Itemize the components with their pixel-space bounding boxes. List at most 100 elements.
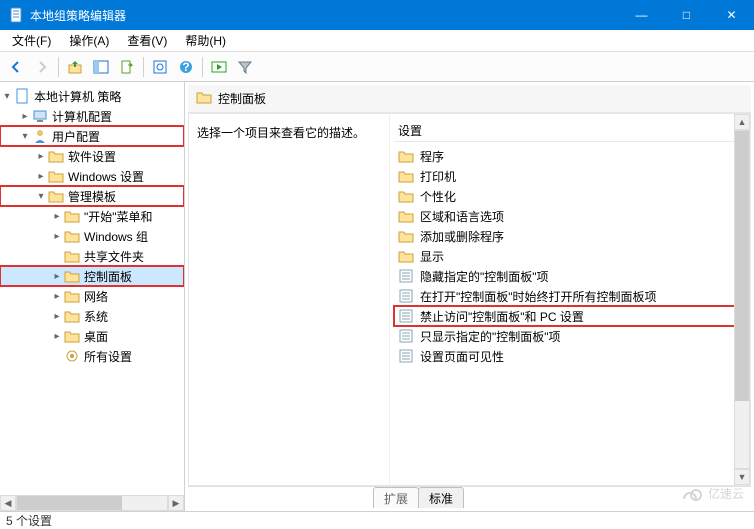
computer-icon [32, 108, 48, 124]
list-item[interactable]: 设置页面可见性 [394, 346, 746, 366]
folder-icon [398, 208, 414, 224]
description-column: 选择一个项目来查看它的描述。 [189, 114, 389, 485]
folder-icon [48, 148, 64, 164]
menu-action[interactable]: 操作(A) [61, 30, 117, 51]
folder-icon [64, 288, 80, 304]
tree-pane: ▾本地计算机 策略 ▸计算机配置 ▾用户配置 ▸软件设置 ▸Windows 设置… [0, 82, 185, 511]
folder-icon [398, 228, 414, 244]
export-button[interactable] [115, 55, 139, 79]
folder-icon [64, 228, 80, 244]
setting-icon [398, 308, 414, 324]
minimize-button[interactable]: — [619, 0, 664, 30]
list-item-label: 显示 [420, 248, 444, 265]
tree-hscrollbar[interactable]: ◀▶ [0, 495, 184, 511]
description-hint: 选择一个项目来查看它的描述。 [197, 124, 381, 141]
list-item-label: 隐藏指定的"控制面板"项 [420, 268, 549, 285]
tree-windows-settings[interactable]: ▸Windows 设置 [0, 166, 184, 186]
folder-icon [48, 188, 64, 204]
menu-view[interactable]: 查看(V) [119, 30, 175, 51]
path-label: 控制面板 [218, 90, 266, 107]
list-item[interactable]: 添加或删除程序 [394, 226, 746, 246]
list-item[interactable]: 程序 [394, 146, 746, 166]
list-item-label: 区域和语言选项 [420, 208, 504, 225]
list-item[interactable]: 只显示指定的"控制面板"项 [394, 326, 746, 346]
folder-icon [398, 188, 414, 204]
app-icon [8, 7, 24, 23]
status-count: 5 个设置 [6, 512, 52, 529]
list-item-label: 只显示指定的"控制面板"项 [420, 328, 561, 345]
up-button[interactable] [63, 55, 87, 79]
list-vscrollbar[interactable]: ▲▼ [734, 114, 750, 485]
play-button[interactable] [207, 55, 231, 79]
separator [202, 57, 203, 77]
tree-software[interactable]: ▸软件设置 [0, 146, 184, 166]
close-button[interactable]: ✕ [709, 0, 754, 30]
list-item-label: 打印机 [420, 168, 456, 185]
help-button[interactable]: ? [174, 55, 198, 79]
folder-icon [64, 268, 80, 284]
list-item[interactable]: 个性化 [394, 186, 746, 206]
column-setting[interactable]: 设置 [394, 120, 746, 142]
tree-desktop[interactable]: ▸桌面 [0, 326, 184, 346]
tree-computer-config[interactable]: ▸计算机配置 [0, 106, 184, 126]
maximize-button[interactable]: □ [664, 0, 709, 30]
tab-standard[interactable]: 标准 [418, 487, 464, 508]
tree-user-config[interactable]: ▾用户配置 [0, 126, 184, 146]
toolbar: ? [0, 52, 754, 82]
list-item[interactable]: 禁止访问"控制面板"和 PC 设置 [394, 306, 746, 326]
folder-icon [196, 89, 212, 108]
tab-extended[interactable]: 扩展 [373, 487, 419, 508]
filter-button[interactable] [233, 55, 257, 79]
settings-icon [64, 348, 80, 364]
menu-help[interactable]: 帮助(H) [177, 30, 234, 51]
folder-icon [398, 148, 414, 164]
list-item[interactable]: 在打开"控制面板"时始终打开所有控制面板项 [394, 286, 746, 306]
tree-root[interactable]: ▾本地计算机 策略 [0, 86, 184, 106]
list-item-label: 设置页面可见性 [420, 348, 504, 365]
tree-start-menu[interactable]: ▸"开始"菜单和 [0, 206, 184, 226]
refresh-button[interactable] [148, 55, 172, 79]
list-item-label: 添加或删除程序 [420, 228, 504, 245]
titlebar: 本地组策略编辑器 — □ ✕ [0, 0, 754, 30]
folder-icon [398, 168, 414, 184]
back-button[interactable] [4, 55, 28, 79]
list-item[interactable]: 区域和语言选项 [394, 206, 746, 226]
folder-icon [64, 248, 80, 264]
separator [58, 57, 59, 77]
settings-list: 设置 程序打印机个性化区域和语言选项添加或删除程序显示隐藏指定的"控制面板"项在… [389, 114, 750, 485]
folder-icon [48, 168, 64, 184]
tree-shared-folders[interactable]: 共享文件夹 [0, 246, 184, 266]
folder-icon [64, 208, 80, 224]
forward-button [30, 55, 54, 79]
show-hide-tree-button[interactable] [89, 55, 113, 79]
list-item-label: 程序 [420, 148, 444, 165]
tree-windows-components[interactable]: ▸Windows 组 [0, 226, 184, 246]
tree-all-settings[interactable]: 所有设置 [0, 346, 184, 366]
menubar: 文件(F) 操作(A) 查看(V) 帮助(H) [0, 30, 754, 52]
svg-text:?: ? [182, 60, 189, 74]
window-title: 本地组策略编辑器 [30, 7, 619, 24]
policy-icon [14, 88, 30, 104]
menu-file[interactable]: 文件(F) [4, 30, 59, 51]
statusbar: 5 个设置 [0, 511, 754, 529]
list-item-label: 禁止访问"控制面板"和 PC 设置 [420, 308, 584, 325]
tree-admin-templates[interactable]: ▾管理模板 [0, 186, 184, 206]
details-pane: 控制面板 选择一个项目来查看它的描述。 设置 程序打印机个性化区域和语言选项添加… [185, 82, 754, 511]
separator [143, 57, 144, 77]
list-item[interactable]: 隐藏指定的"控制面板"项 [394, 266, 746, 286]
setting-icon [398, 268, 414, 284]
list-item-label: 个性化 [420, 188, 456, 205]
tree-network[interactable]: ▸网络 [0, 286, 184, 306]
user-icon [32, 128, 48, 144]
folder-icon [64, 328, 80, 344]
path-header: 控制面板 [188, 85, 751, 113]
list-item-label: 在打开"控制面板"时始终打开所有控制面板项 [420, 288, 657, 305]
tree-system[interactable]: ▸系统 [0, 306, 184, 326]
folder-icon [398, 248, 414, 264]
list-item[interactable]: 打印机 [394, 166, 746, 186]
setting-icon [398, 288, 414, 304]
setting-icon [398, 348, 414, 364]
folder-icon [64, 308, 80, 324]
tree-control-panel[interactable]: ▸控制面板 [0, 266, 184, 286]
list-item[interactable]: 显示 [394, 246, 746, 266]
